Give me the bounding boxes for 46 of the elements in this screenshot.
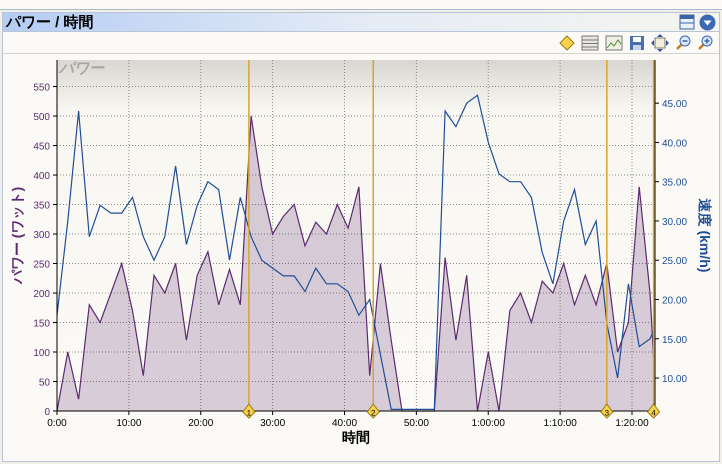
y-tick-label: 500 [33, 112, 50, 124]
y2-tick-label: 45.00 [662, 99, 688, 110]
y-tick-label: 100 [33, 348, 50, 359]
y-tick-label: 550 [33, 82, 50, 94]
annotation: 4 [651, 408, 656, 418]
diamond-icon[interactable] [559, 34, 575, 50]
x-tick-label: 1:00:00 [472, 418, 505, 429]
y2-tick-label: 10.00 [662, 374, 688, 386]
x-tick-label: 30:00 [260, 418, 286, 429]
y-tick-label: 150 [33, 318, 50, 330]
y2-tick-label: 40.00 [662, 138, 688, 150]
y2-tick-label: 25.00 [662, 256, 688, 268]
y-tick-label: 200 [33, 289, 50, 300]
x-axis-title: 時間 [342, 429, 370, 445]
x-tick-label: 1:20:00 [615, 418, 649, 429]
y2-axis-title: 速度 (km/h) [697, 198, 713, 272]
x-tick-label: 10:00 [116, 418, 142, 429]
panel-title: パワー / 時間 [4, 14, 94, 30]
x-tick-label: 20:00 [188, 418, 214, 429]
y-tick-label: 350 [33, 200, 50, 212]
y-tick-label: 50 [38, 378, 50, 388]
annotation: 2 [371, 408, 376, 418]
x-tick-label: 0:00 [47, 418, 67, 429]
table-icon[interactable] [581, 34, 599, 50]
y-tick-label: 300 [33, 230, 50, 242]
chart-icon[interactable] [605, 34, 623, 50]
y2-tick-label: 30.00 [662, 216, 688, 228]
fit-icon[interactable] [651, 34, 669, 52]
zoom-in-icon[interactable] [697, 34, 713, 50]
save-icon[interactable] [629, 34, 645, 50]
y2-tick-label: 35.00 [662, 178, 688, 189]
dropdown-icon[interactable] [699, 14, 716, 30]
y-tick-label: 400 [33, 171, 50, 182]
annotation: 1 [246, 408, 252, 418]
y-axis-title: パワー (ワット) [9, 186, 25, 284]
y-tick-label: 450 [33, 142, 50, 153]
x-tick-label: 1:10:00 [543, 418, 577, 429]
y-tick-label: 250 [33, 260, 50, 271]
x-tick-label: 50:00 [404, 418, 429, 429]
x-tick-label: 40:00 [332, 418, 358, 429]
layout-icon[interactable] [679, 14, 695, 30]
annotation: 3 [604, 408, 610, 418]
zoom-out-icon[interactable] [675, 34, 691, 50]
y2-tick-label: 15.00 [662, 334, 688, 346]
y-tick-label: 0 [44, 407, 50, 418]
y2-tick-label: 20.00 [662, 296, 688, 306]
